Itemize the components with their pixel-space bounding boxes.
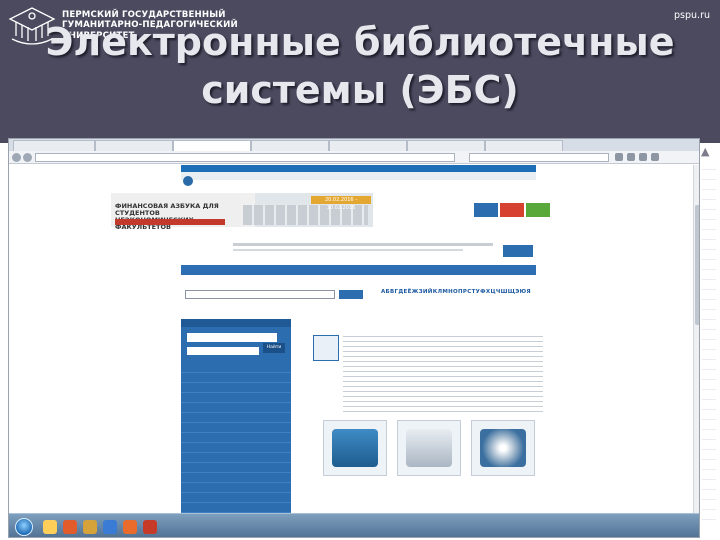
home-icon[interactable] (639, 153, 647, 161)
sidebar-item[interactable] (181, 383, 291, 393)
resource-tile[interactable] (471, 420, 535, 476)
slide-header: ПЕРМСКИЙ ГОСУДАРСТВЕННЫЙ ГУМАНИТАРНО-ПЕД… (0, 0, 720, 143)
university-article (309, 325, 549, 415)
alphabet-letters[interactable]: АБВГДЕЁЖЗИЙКЛМНОПРСТУФХЦЧШЩЭЮЯ (381, 289, 531, 295)
catalog-search-button[interactable] (339, 290, 363, 299)
browser-tab-active[interactable] (173, 140, 251, 151)
sidebar-list (181, 363, 291, 513)
browser-tab[interactable] (13, 140, 95, 151)
article-text (343, 334, 543, 412)
info-text-line (233, 249, 463, 251)
resource-tiles (309, 420, 549, 510)
portal-header (181, 175, 536, 187)
sidebar-search-input[interactable] (187, 333, 277, 342)
menu-icon[interactable] (651, 153, 659, 161)
sidebar-item[interactable] (181, 463, 291, 473)
browser-tab[interactable] (95, 140, 173, 151)
color-button-green[interactable] (526, 203, 550, 217)
browser-window: ФИНАНСОВАЯ АЗБУКА ДЛЯ СТУДЕНТОВ НЕЭКОНОМ… (8, 138, 700, 538)
portal-logo-icon (183, 176, 193, 186)
top-announcement-bar[interactable] (181, 165, 536, 172)
bookmark-icon[interactable] (615, 153, 623, 161)
scroll-up-arrow-icon: ▲ (701, 145, 710, 158)
books-icon (332, 429, 378, 467)
sidebar-item[interactable] (181, 363, 291, 373)
browser-search-input[interactable] (469, 153, 609, 162)
sidebar-item[interactable] (181, 373, 291, 383)
sidebar-item[interactable] (181, 473, 291, 483)
forward-icon[interactable] (23, 153, 32, 162)
sidebar-item[interactable] (181, 503, 291, 513)
download-icon[interactable] (627, 153, 635, 161)
sidebar-item[interactable] (181, 393, 291, 403)
url-input[interactable] (35, 153, 455, 162)
word-icon[interactable] (103, 520, 117, 534)
browser-tab-bar (9, 139, 699, 151)
page-scrollbar[interactable] (693, 165, 699, 513)
sidebar-header (181, 319, 291, 327)
event-banner-stripe (115, 219, 225, 225)
event-banner-dates: 20.02.2016 - 10.02.2016 (311, 196, 371, 211)
explorer-icon[interactable] (43, 520, 57, 534)
sidebar-item[interactable] (181, 493, 291, 503)
left-sidebar: Найти (181, 319, 291, 513)
browser-tab[interactable] (329, 140, 407, 151)
info-button[interactable] (503, 245, 533, 257)
sidebar-item[interactable] (181, 403, 291, 413)
app-icon[interactable] (143, 520, 157, 534)
sidebar-item[interactable] (181, 443, 291, 453)
sidebar-item[interactable] (181, 483, 291, 493)
article-emblem-icon (313, 335, 339, 361)
info-text-line (233, 243, 493, 246)
media-player-icon[interactable] (63, 520, 77, 534)
info-block (233, 235, 533, 261)
alphabet-index: АБВГДЕЁЖЗИЙКЛМНОПРСТУФХЦЧШЩЭЮЯ (381, 281, 531, 309)
start-button-icon[interactable] (15, 518, 33, 536)
event-banner[interactable]: ФИНАНСОВАЯ АЗБУКА ДЛЯ СТУДЕНТОВ НЕЭКОНОМ… (111, 193, 373, 231)
slide-title: Электронные библиотечные системы (ЭБС) (45, 20, 675, 112)
back-icon[interactable] (12, 153, 21, 162)
sidebar-item[interactable] (181, 413, 291, 423)
cd-disc-icon (480, 429, 526, 467)
resource-tile[interactable] (323, 420, 387, 476)
sidebar-item[interactable] (181, 453, 291, 463)
event-banner-headline: ФИНАНСОВАЯ АЗБУКА ДЛЯ СТУДЕНТОВ НЕЭКОНОМ… (115, 202, 219, 231)
sidebar-item[interactable] (181, 423, 291, 433)
scrollbar-thumb[interactable] (695, 205, 699, 325)
web-page: ФИНАНСОВАЯ АЗБУКА ДЛЯ СТУДЕНТОВ НЕЭКОНОМ… (9, 165, 699, 513)
sidebar-item[interactable] (181, 433, 291, 443)
folder-icon[interactable] (83, 520, 97, 534)
newspaper-icon (406, 429, 452, 467)
firefox-icon[interactable] (123, 520, 137, 534)
color-button-red[interactable] (500, 203, 524, 217)
main-navigation (181, 265, 536, 275)
browser-tab[interactable] (407, 140, 485, 151)
address-bar (9, 151, 699, 164)
browser-tab[interactable] (251, 140, 329, 151)
windows-taskbar (9, 513, 699, 537)
sidebar-select[interactable] (187, 347, 259, 355)
catalog-search: АБВГДЕЁЖЗИЙКЛМНОПРСТУФХЦЧШЩЭЮЯ (181, 281, 536, 311)
side-decoration (702, 160, 716, 520)
catalog-search-input[interactable] (185, 290, 335, 299)
color-button-blue[interactable] (474, 203, 498, 217)
sidebar-find-button[interactable]: Найти (263, 343, 285, 353)
resource-tile[interactable] (397, 420, 461, 476)
browser-tab[interactable] (485, 140, 563, 151)
